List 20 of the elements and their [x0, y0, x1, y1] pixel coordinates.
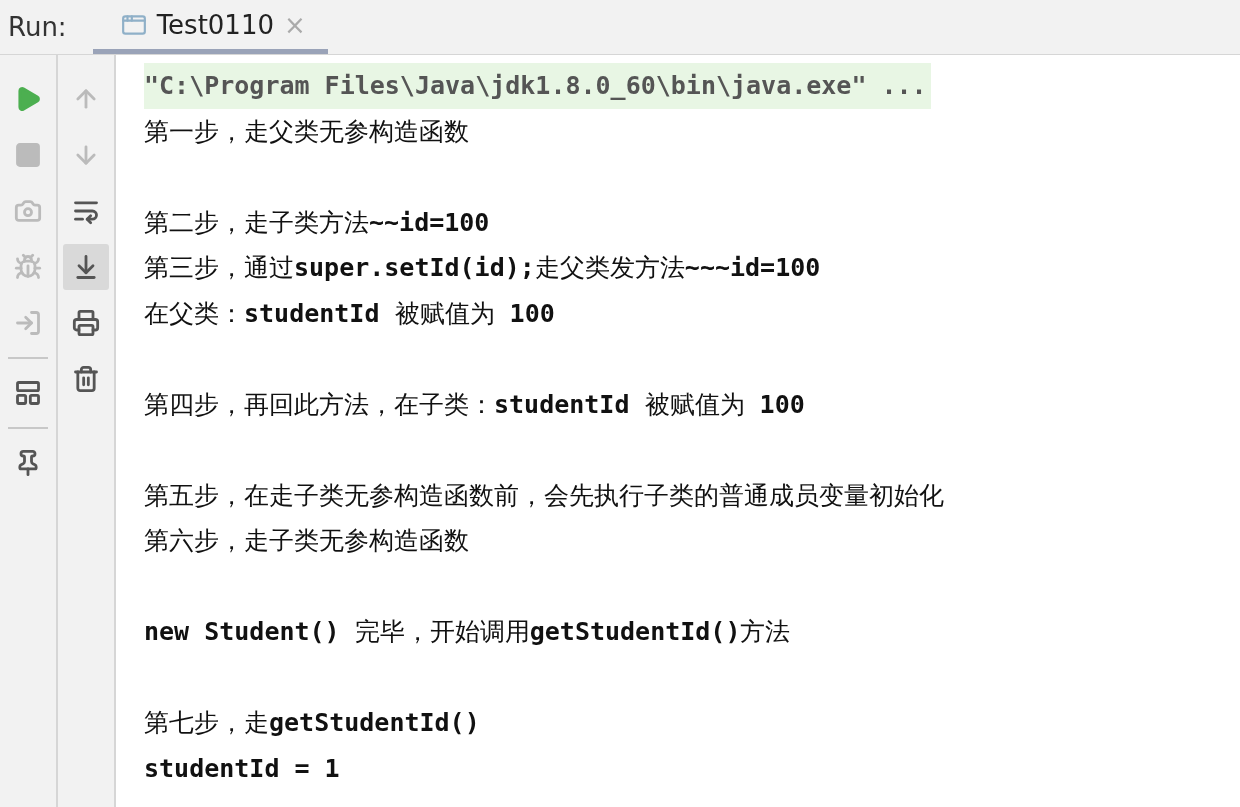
output-line: new Student() 完毕，开始调用getStudentId()方法: [144, 616, 792, 648]
output-line: studentId = 1: [144, 752, 341, 785]
camera-icon: [14, 197, 42, 225]
output-line: 第二步，走子类方法~~id=100: [144, 206, 491, 239]
login-icon: [14, 309, 42, 337]
output-line: 第一步，走父类无参构造函数: [144, 115, 470, 148]
scroll-to-end-button[interactable]: [63, 244, 109, 290]
output-line: 第六步，走子类无参构造函数: [144, 525, 470, 557]
trash-icon: [72, 365, 100, 393]
output-line: 第三步，通过super.setId(id);走父类发方法~~~id=100: [144, 252, 822, 284]
output-line: 第五步，在走子类无参构造函数前，会先执行子类的普通成员变量初始化: [144, 479, 945, 512]
stop-icon: [14, 141, 42, 169]
bug-icon: [14, 253, 42, 281]
output-line: 第七步，走getStudentId(): [144, 707, 481, 739]
run-label: Run:: [7, 11, 68, 44]
output-line: 第四步，再回此方法，在子类：studentId 被赋值为 100: [144, 388, 806, 421]
layout-icon: [14, 379, 42, 407]
output-line: 在父类：studentId 被赋值为 100: [144, 297, 556, 330]
printer-icon: [72, 309, 100, 337]
run-tab[interactable]: Test0110 ×: [92, 0, 328, 54]
